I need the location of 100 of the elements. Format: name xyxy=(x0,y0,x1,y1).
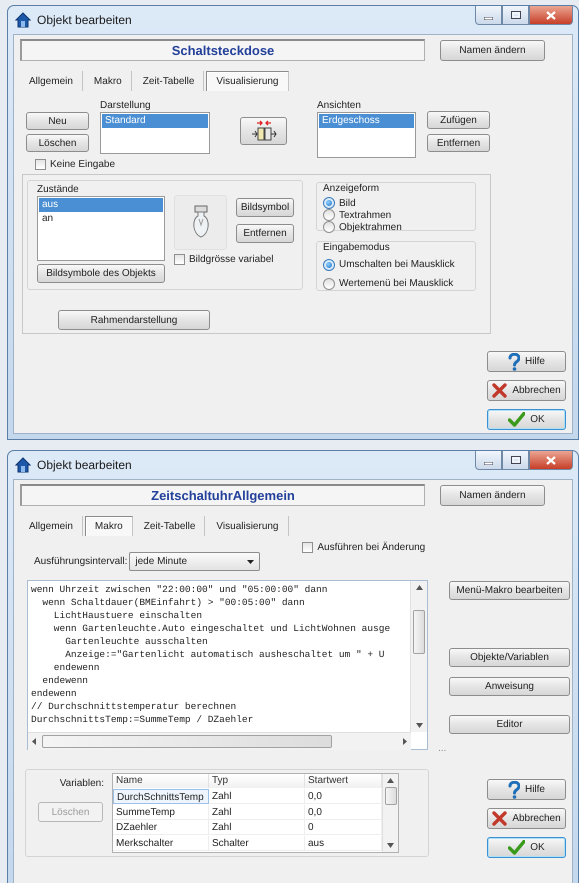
view-button[interactable]: Zufügen xyxy=(427,111,490,129)
table-cell: Zahl xyxy=(209,788,305,804)
table-cell: DZaehler xyxy=(113,820,209,836)
code-line: Anzeige:="Gartenlicht automatisch ausheschaltet um " + U xyxy=(64,648,386,661)
rename-button[interactable]: Namen ändern xyxy=(440,40,545,60)
radio-button[interactable] xyxy=(323,197,335,209)
view-button[interactable]: Entfernen xyxy=(427,134,490,152)
window-title: Objekt bearbeiten xyxy=(37,13,132,27)
rename-button[interactable]: Namen ändern xyxy=(440,484,545,506)
help-icon xyxy=(508,780,520,798)
variables-label: Variablen: xyxy=(60,778,104,789)
code-line: // Durchschnittstemperatur berechnen xyxy=(31,700,238,713)
footer-button[interactable]: OK xyxy=(487,837,566,858)
minimize-button[interactable] xyxy=(475,6,502,25)
code-editor[interactable] xyxy=(27,580,428,750)
macro-button[interactable]: Anweisung xyxy=(449,677,570,696)
help-icon xyxy=(508,352,520,370)
check-icon xyxy=(508,412,526,427)
section-label: Ansichten xyxy=(317,100,362,112)
scroll-thumb[interactable] xyxy=(42,735,332,748)
checkbox[interactable]: Bildgrösse variabel xyxy=(174,254,294,265)
radio-button[interactable] xyxy=(323,258,335,270)
radio-button[interactable] xyxy=(323,221,335,233)
macro-button[interactable]: Objekte/Variablen xyxy=(449,648,570,667)
vertical-scrollbar[interactable] xyxy=(410,581,427,732)
column-header[interactable]: Name xyxy=(113,774,209,788)
vertical-scrollbar[interactable] xyxy=(382,774,398,852)
radio-button[interactable] xyxy=(323,278,335,290)
code-line: LichtHaustuere einschalten xyxy=(52,609,204,622)
code-line: endewenn xyxy=(31,687,78,700)
code-line: wenn Schaltdauer(BMEinfahrt) > "00:05:00" dann xyxy=(41,596,306,609)
house-icon xyxy=(15,12,31,28)
tab[interactable]: Visualisierung xyxy=(206,71,288,91)
close-button[interactable] xyxy=(529,451,573,470)
table-cell: Schalter xyxy=(209,836,305,852)
footer-button[interactable]: Hilfe xyxy=(487,779,566,800)
close-icon xyxy=(546,10,556,20)
maximize-button[interactable] xyxy=(502,6,529,25)
radio-button[interactable] xyxy=(323,209,335,221)
down-arrow-icon xyxy=(387,843,394,848)
group-label: Zustände xyxy=(37,184,80,196)
up-arrow-icon xyxy=(387,778,394,783)
tab[interactable]: Visualisierung xyxy=(207,516,288,536)
object-icons-button[interactable]: Bildsymbole des Objekts xyxy=(37,264,165,283)
tab[interactable]: Zeit-Tabelle xyxy=(134,516,206,536)
table-cell: DurchSchnittsTemp xyxy=(113,788,209,804)
radio-label[interactable]: Textrahmen xyxy=(339,210,392,220)
checkbox[interactable]: Ausführen bei Änderung xyxy=(302,542,426,553)
radio-label[interactable]: Umschalten bei Mausklick xyxy=(339,259,455,270)
interval-label: Ausführungsintervall: xyxy=(34,556,128,567)
window-title: Objekt bearbeiten xyxy=(37,458,132,472)
radio-label[interactable]: Bild xyxy=(339,198,356,208)
image-button[interactable]: Bildsymbol xyxy=(236,198,294,217)
code-line: DurchschnittsTemp:=SummeTemp / DZaehler xyxy=(31,713,254,726)
tab[interactable]: Allgemein xyxy=(20,71,83,91)
tab[interactable]: Makro xyxy=(84,71,132,91)
object-name-field[interactable]: ZeitschaltuhrAllgemein xyxy=(20,484,425,506)
footer-button[interactable]: Hilfe xyxy=(487,351,566,372)
tab[interactable]: Allgemein xyxy=(20,516,83,536)
tab[interactable]: Makro xyxy=(84,516,133,536)
close-button[interactable] xyxy=(529,6,573,25)
horizontal-scrollbar[interactable] xyxy=(28,732,411,750)
code-line: wenn Uhrzeit zwischen "22:00:00" und "05:00:00" dann xyxy=(31,583,328,596)
scroll-thumb[interactable] xyxy=(384,787,396,805)
code-line: Gartenleuchte ausschalten xyxy=(64,635,209,648)
table-cell: SummeTemp xyxy=(113,804,209,820)
list-button[interactable]: Neu xyxy=(26,112,89,130)
image-button[interactable]: Entfernen xyxy=(236,224,294,243)
column-header[interactable]: Startwert xyxy=(305,774,382,788)
interval-dropdown[interactable]: jede Minute xyxy=(129,552,260,571)
radio-label[interactable]: Objektrahmen xyxy=(339,222,402,232)
up-arrow-icon xyxy=(416,585,423,590)
frame-button[interactable]: Rahmendarstellung xyxy=(58,310,210,330)
code-line: endewenn xyxy=(41,674,90,687)
caret-icon xyxy=(247,560,254,564)
minimize-button[interactable] xyxy=(475,451,502,470)
table-cell: Zahl xyxy=(209,804,305,820)
object-name-field[interactable]: Schaltsteckdose xyxy=(20,39,425,61)
transfer-button[interactable] xyxy=(240,117,287,145)
ellipsis-text: ... xyxy=(438,743,448,754)
list-button[interactable]: Löschen xyxy=(26,134,89,152)
macro-button[interactable]: Editor xyxy=(449,715,570,734)
scroll-thumb[interactable] xyxy=(413,610,426,654)
right-arrow-icon xyxy=(403,738,407,745)
footer-button[interactable]: Abbrechen xyxy=(487,808,566,829)
column-header[interactable]: Typ xyxy=(209,774,305,788)
checkbox[interactable]: Keine Eingabe xyxy=(35,158,570,171)
group-label: Anzeigeform xyxy=(323,183,380,195)
radio-label[interactable]: Wertemenü bei Mausklick xyxy=(339,278,454,289)
footer-button[interactable]: Abbrechen xyxy=(487,380,566,401)
tab[interactable]: Zeit-Tabelle xyxy=(134,71,204,91)
minimize-icon xyxy=(484,16,493,20)
list-item[interactable]: an xyxy=(39,212,163,226)
footer-button[interactable]: OK xyxy=(487,409,566,430)
table-cell: Merkschalter xyxy=(113,836,209,852)
maximize-button[interactable] xyxy=(502,451,529,470)
maximize-icon xyxy=(510,11,520,19)
down-arrow-icon xyxy=(416,723,423,728)
macro-button[interactable]: Menü-Makro bearbeiten xyxy=(449,581,570,600)
cross-icon xyxy=(492,811,508,826)
